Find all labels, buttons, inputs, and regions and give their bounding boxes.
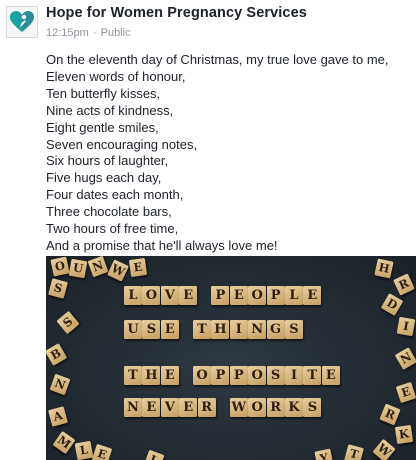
letter-tile: G: [266, 320, 285, 339]
letter-tile: N: [124, 398, 142, 417]
letter-tile: P: [211, 366, 230, 385]
post-text-line: Six hours of laughter,: [46, 153, 169, 169]
letter-tile: I: [285, 366, 303, 385]
letter-tile: H: [211, 320, 230, 339]
post-text-line: On the eleventh day of Christmas, my tru…: [46, 52, 389, 67]
post-text-line: Ten butterfly kisses,: [46, 85, 161, 101]
letter-tile: T: [344, 444, 364, 460]
letter-tile: P: [211, 286, 230, 305]
letter-tile: E: [321, 366, 340, 385]
letter-tile: R: [379, 403, 401, 426]
letter-tile: L: [124, 286, 142, 305]
letter-tile: E: [160, 366, 179, 385]
letter-tile: N: [87, 256, 109, 278]
meta-separator: ·: [92, 27, 97, 39]
post-meta: 12:15pm · Public: [46, 27, 131, 39]
letter-tile: D: [380, 293, 404, 316]
page-name-link[interactable]: Hope for Women Pregnancy Services: [46, 5, 307, 21]
letter-tile: T: [303, 366, 322, 385]
letter-tile: M: [52, 430, 76, 455]
post-text-line: And a promise that he'll always love me!: [46, 237, 278, 253]
post-text: On the eleventh day of Christmas, my tru…: [46, 52, 416, 255]
letter-tile: O: [248, 366, 267, 385]
letter-tile: O: [248, 398, 267, 417]
letter-tile: S: [56, 310, 80, 335]
letter-tile: H: [142, 366, 161, 385]
post-photo[interactable]: LOVEPEOPLEUSETHINGSTHEOPPOSITENEVERWORKS…: [46, 256, 416, 460]
letter-tile: O: [50, 256, 70, 277]
facebook-post: Hope for Women Pregnancy Services 12:15p…: [0, 0, 420, 460]
letter-tile: N: [49, 373, 71, 396]
letter-tile: K: [285, 398, 303, 417]
letter-tile: E: [160, 320, 179, 339]
letter-tile: V: [160, 286, 179, 305]
post-text-line: Eleven words of honour,: [46, 68, 186, 84]
letter-tile: Y: [314, 448, 334, 460]
letter-tile: R: [266, 398, 285, 417]
post-timestamp[interactable]: 12:15pm: [46, 27, 89, 39]
post-text-line: Three chocolate bars,: [46, 204, 172, 220]
letter-tile: P: [266, 286, 285, 305]
letter-tile: O: [142, 286, 161, 305]
post-text-line: Two hours of free time,: [46, 221, 179, 237]
letter-tile: L: [285, 286, 303, 305]
letter-tile: E: [303, 286, 322, 305]
letter-tile: E: [229, 286, 248, 305]
letter-tile: S: [48, 278, 68, 299]
post-text-line: Seven encouraging notes,: [46, 136, 198, 152]
letter-tile: S: [303, 398, 322, 417]
letter-tile: H: [374, 258, 394, 279]
letter-tile: E: [179, 398, 198, 417]
letter-tile: S: [285, 320, 303, 339]
audience-label[interactable]: Public: [101, 27, 131, 39]
page-avatar[interactable]: [6, 6, 38, 38]
letter-tile: A: [48, 406, 68, 427]
letter-tile: T: [193, 320, 211, 339]
letter-tile: E: [142, 398, 161, 417]
letter-tile: U: [124, 320, 142, 339]
letter-tile: N: [394, 347, 416, 370]
post-text-line: Eight gentle smiles,: [46, 119, 159, 135]
letter-tile: B: [46, 343, 68, 366]
letter-tile: T: [124, 366, 142, 385]
letter-tile: O: [193, 366, 211, 385]
letter-tile: U: [68, 258, 88, 279]
letter-tile: W: [229, 398, 248, 417]
letter-tile: N: [248, 320, 267, 339]
letter-tile: K: [394, 424, 414, 445]
letter-tile: V: [160, 398, 179, 417]
letter-tile: L: [74, 440, 94, 460]
letter-tile: P: [229, 366, 248, 385]
letter-tile: S: [266, 366, 285, 385]
letter-tile: W: [372, 438, 396, 460]
letter-tile: E: [395, 381, 416, 404]
post-text-line: Four dates each month,: [46, 187, 184, 203]
letter-tile: R: [197, 398, 216, 417]
letter-tile: I: [396, 316, 416, 337]
letter-tile: R: [393, 273, 415, 296]
post-text-line: Five hugs each day,: [46, 170, 162, 186]
letter-tile: O: [248, 286, 267, 305]
letter-tile: E: [179, 286, 198, 305]
letter-tile: I: [229, 320, 248, 339]
letter-tile: L: [143, 449, 165, 460]
letter-tile: W: [107, 259, 129, 282]
letter-tile: E: [128, 257, 148, 278]
heart-logo-icon: [10, 11, 34, 32]
letter-tile: S: [142, 320, 161, 339]
post-text-line: Nine acts of kindness,: [46, 102, 174, 118]
letter-tile: E: [91, 443, 113, 460]
